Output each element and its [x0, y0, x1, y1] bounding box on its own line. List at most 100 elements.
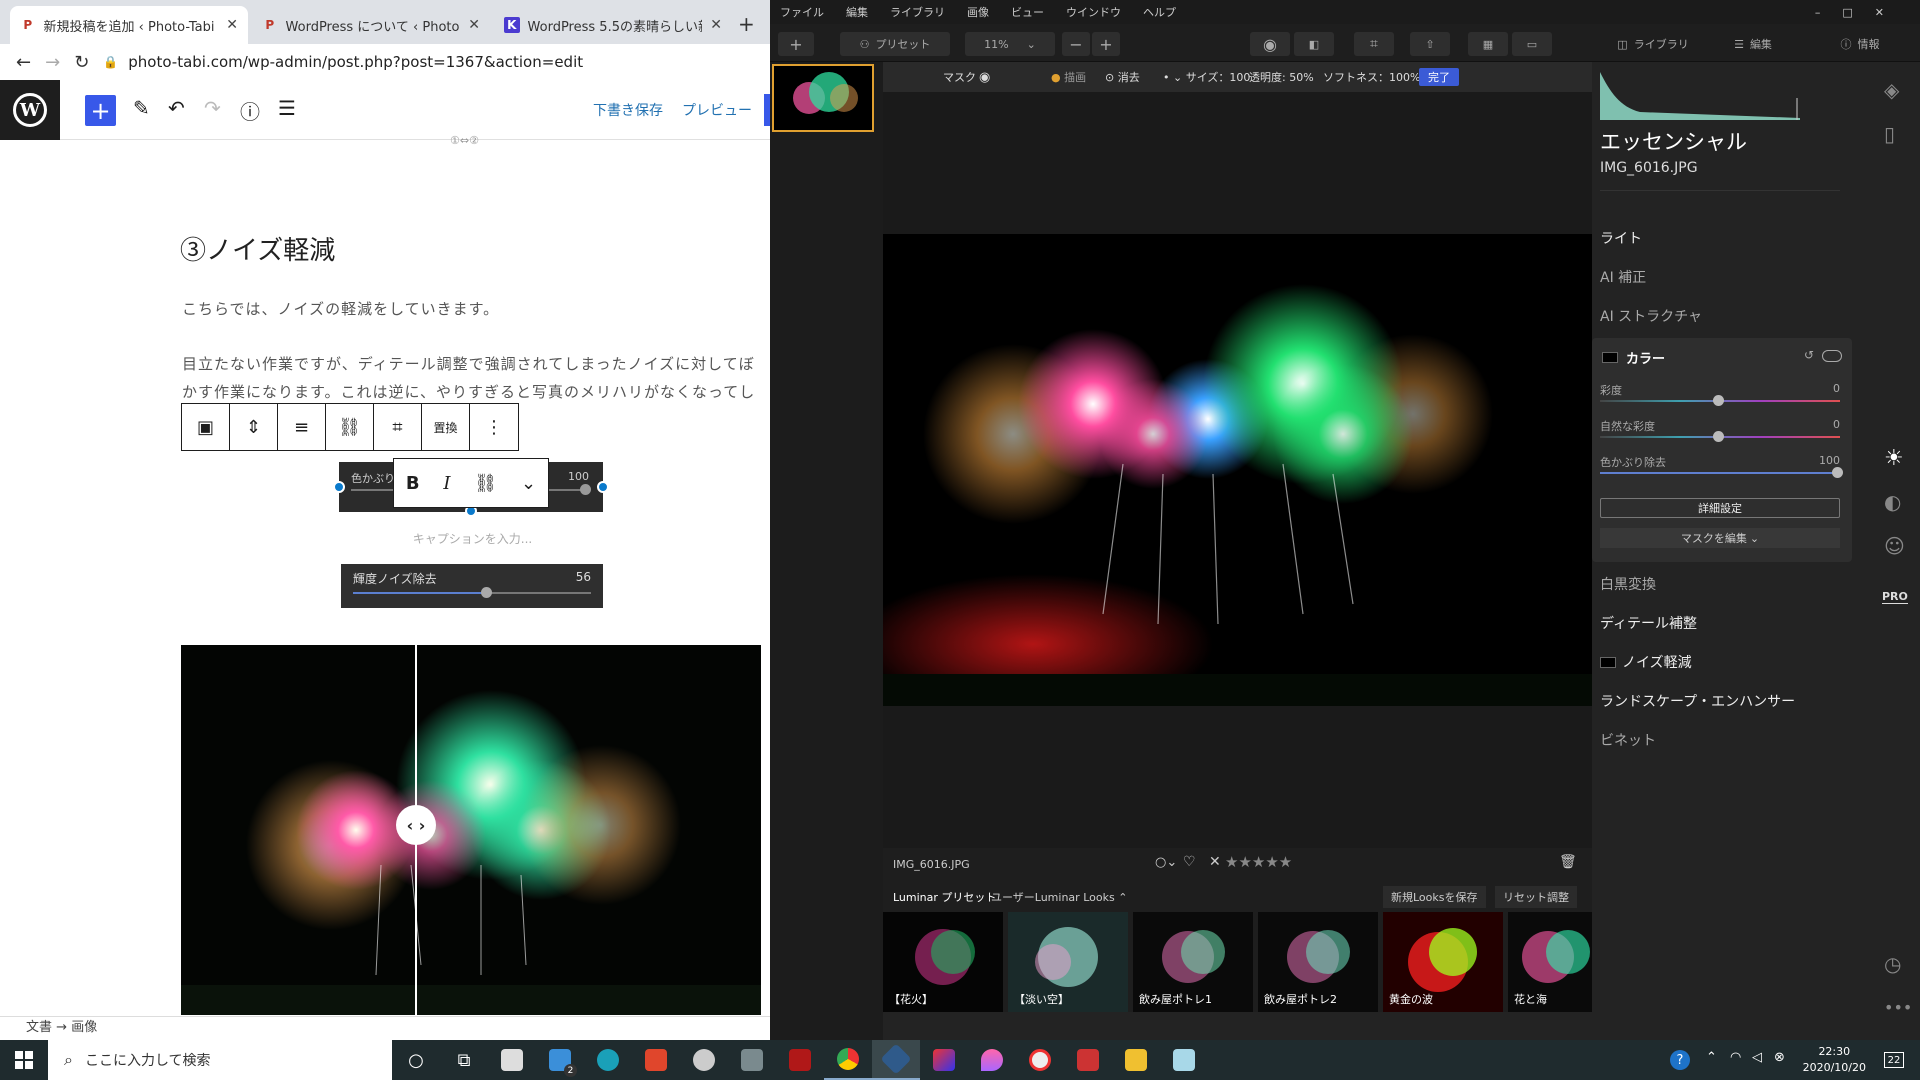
reload-icon[interactable]: ↻	[74, 52, 89, 73]
before-after-image[interactable]: ‹ ›	[181, 645, 761, 1015]
brush-opacity[interactable]: 透明度: 50%	[1249, 69, 1314, 85]
browser-tab-2[interactable]: P WordPress について ‹ Photo-Tabi · ✕	[252, 6, 490, 44]
italic-icon[interactable]: I	[443, 473, 450, 494]
preset-category-dropdown[interactable]: ユーザーLuminar Looks ⌃	[991, 889, 1127, 905]
color-drop-icon[interactable]	[968, 1040, 1016, 1080]
preset-thumbnail[interactable]: 花と海	[1508, 912, 1592, 1012]
chrome-icon[interactable]	[824, 1040, 872, 1080]
preset-thumbnail[interactable]: 【花火】	[883, 912, 1003, 1012]
url-field[interactable]: 🔒 photo-tabi.com/wp-admin/post.php?post=…	[103, 53, 583, 71]
app-red-icon[interactable]	[776, 1040, 824, 1080]
volume-icon[interactable]: ◁	[1752, 1050, 1762, 1065]
calculator-icon[interactable]	[728, 1040, 776, 1080]
saturation-slider[interactable]: 彩度 0	[1600, 382, 1840, 412]
slider-knob[interactable]	[1832, 467, 1843, 478]
close-tab-icon[interactable]: ✕	[468, 17, 480, 33]
status-tray-icon[interactable]: ⊗	[1774, 1050, 1785, 1065]
menu-image[interactable]: 画像	[967, 4, 989, 20]
creative-palette-icon[interactable]: ◐	[1884, 490, 1901, 514]
reject-icon[interactable]: ✕	[1209, 854, 1221, 870]
preview-button[interactable]: プレビュー	[682, 100, 752, 120]
zoom-in-button[interactable]: +	[1092, 32, 1120, 56]
office-icon[interactable]	[632, 1040, 680, 1080]
menu-file[interactable]: ファイル	[780, 4, 824, 20]
slider-knob[interactable]	[580, 484, 591, 495]
essentials-sun-icon[interactable]: ☀	[1884, 446, 1904, 471]
browser-tab-1[interactable]: P 新規投稿を追加 ‹ Photo-Tabi — W ✕	[10, 6, 248, 44]
bold-icon[interactable]: B	[406, 473, 420, 494]
image-block-icon[interactable]: ▣	[182, 404, 230, 450]
help-icon[interactable]: ?	[1670, 1050, 1690, 1070]
move-updown-icon[interactable]: ⇕	[230, 404, 278, 450]
tool-vignette[interactable]: ビネット	[1600, 730, 1656, 750]
paragraph-2-line-1[interactable]: 目立たない作業ですが、ディテール調整で強調されてしまったノイズに対してぼ	[182, 353, 755, 374]
edit-mask-button[interactable]: マスクを編集 ⌄	[1600, 528, 1840, 548]
edge-icon[interactable]	[584, 1040, 632, 1080]
main-photo[interactable]	[883, 234, 1592, 706]
star-rating[interactable]: ★★★★★	[1225, 853, 1292, 871]
menu-library[interactable]: ライブラリ	[890, 4, 945, 20]
layers-icon[interactable]: ◈	[1884, 78, 1899, 102]
trash-icon[interactable]: 🗑	[1559, 854, 1577, 870]
zoom-out-button[interactable]: −	[1062, 32, 1090, 56]
luminar-icon[interactable]	[872, 1040, 920, 1080]
add-photo-button[interactable]: +	[778, 32, 814, 56]
info-icon[interactable]: ⓘ	[240, 96, 260, 125]
paint-icon[interactable]	[1064, 1040, 1112, 1080]
store-icon[interactable]	[488, 1040, 536, 1080]
history-clock-icon[interactable]: ◷	[1884, 952, 1901, 976]
browser-tab-3[interactable]: K WordPress 5.5の素晴らしい新機能 ✕	[494, 6, 732, 44]
erase-brush-button[interactable]: ⊙ 消去	[1105, 69, 1140, 85]
tab-edit[interactable]: ☰ 編集	[1718, 32, 1788, 56]
menu-edit[interactable]: 編集	[846, 4, 868, 20]
crop-icon[interactable]: ⌗	[1354, 32, 1394, 56]
new-tab-button[interactable]: +	[738, 12, 755, 36]
filmstrip-thumbnail[interactable]	[772, 64, 874, 132]
slider-knob[interactable]	[1713, 431, 1724, 442]
crop-icon[interactable]: ⌗	[374, 404, 422, 450]
preset-thumbnail[interactable]: 黄金の波	[1383, 912, 1503, 1012]
vibrance-slider[interactable]: 自然な彩度 0	[1600, 418, 1840, 448]
resize-handle-left[interactable]	[333, 481, 345, 493]
wordpress-logo-icon[interactable]: W	[0, 80, 60, 140]
more-icon[interactable]: •••	[1884, 998, 1912, 1017]
brush-softness[interactable]: ソフトネス：100%	[1323, 69, 1420, 85]
caption-placeholder[interactable]: キャプションを入力...	[0, 530, 770, 547]
tool-black-white[interactable]: 白黒変換	[1600, 574, 1656, 594]
menu-window[interactable]: ウインドウ	[1066, 4, 1121, 20]
more-options-icon[interactable]: ⋮	[470, 404, 518, 450]
presets-button[interactable]: ⚇ プリセット	[840, 32, 950, 56]
post-heading[interactable]: ③ノイズ軽減	[180, 230, 335, 267]
tab-library[interactable]: ◫ ライブラリ	[1608, 32, 1698, 56]
tool-visibility-toggle[interactable]	[1822, 350, 1842, 362]
task-view-icon[interactable]: ⧉	[440, 1040, 488, 1080]
taskbar-search[interactable]: ⌕ ここに入力して検索	[48, 1040, 392, 1080]
advanced-settings-button[interactable]: 詳細設定	[1600, 498, 1840, 518]
close-tab-icon[interactable]: ✕	[710, 17, 722, 33]
link-icon[interactable]: ⛓	[326, 404, 374, 450]
redo-icon[interactable]: ↷	[204, 96, 221, 120]
grid-view-icon[interactable]: ▦	[1468, 32, 1508, 56]
forward-icon[interactable]: →	[45, 52, 60, 73]
resize-handle-right[interactable]	[597, 481, 609, 493]
notification-icon[interactable]: 22	[1884, 1052, 1904, 1068]
favorite-heart-icon[interactable]: ♡	[1183, 854, 1196, 870]
link-icon[interactable]: ⛓	[474, 473, 497, 494]
close-tab-icon[interactable]: ✕	[226, 17, 238, 33]
mask-visibility-icon[interactable]: ◉	[979, 70, 990, 85]
breadcrumb-image[interactable]: 画像	[71, 1020, 97, 1035]
save-look-button[interactable]: 新規Looksを保存	[1383, 886, 1486, 908]
file-explorer-icon[interactable]	[1112, 1040, 1160, 1080]
zoom-select[interactable]: 11% ⌄	[965, 32, 1055, 56]
menu-help[interactable]: ヘルプ	[1143, 4, 1176, 20]
notes-icon[interactable]	[1160, 1040, 1208, 1080]
undo-icon[interactable]: ↶	[168, 96, 185, 120]
tool-denoise[interactable]: ノイズ軽減	[1600, 652, 1692, 672]
edit-pen-icon[interactable]: ✎	[133, 96, 150, 120]
chevron-down-icon[interactable]: ⌄	[521, 473, 536, 494]
paragraph-2-line-2[interactable]: かす作業になります。これは逆に、やりすぎると写真のメリハリがなくなってし	[182, 381, 755, 402]
wifi-icon[interactable]: ◠	[1730, 1050, 1741, 1065]
mask-done-button[interactable]: 完了	[1419, 68, 1459, 86]
preset-thumbnail[interactable]: 飲み屋ポトレ2	[1258, 912, 1378, 1012]
save-draft-button[interactable]: 下書き保存	[593, 100, 663, 120]
